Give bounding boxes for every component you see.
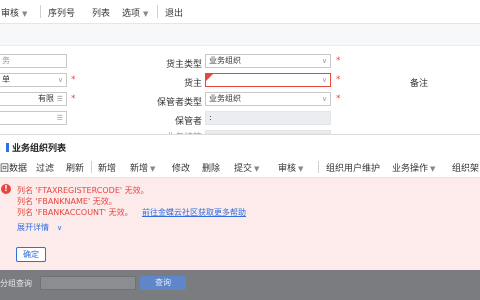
custodian-label: 保管者: [174, 117, 202, 127]
owner-type-label: 货主类型: [165, 60, 202, 70]
main-toolbar: 审核 ▼ 序列号 列表 选项 ▼ 退出: [0, 0, 480, 24]
chevron-down-icon: ∨: [321, 95, 327, 103]
left-field-2[interactable]: 单 ∨: [0, 73, 67, 87]
org-user-maintain-button[interactable]: 组织用户维护: [326, 161, 380, 174]
left-field-4[interactable]: ☰: [0, 111, 67, 125]
submit-dropdown[interactable]: 提交 ▼: [234, 161, 259, 174]
error-message: 列名 'FBANKNAME' 无效。: [17, 197, 117, 206]
error-message: 列名 'FBANKACCOUNT' 无效。: [17, 208, 133, 217]
required-star: *: [336, 75, 341, 85]
org-arch-button[interactable]: 组织架: [452, 161, 479, 174]
required-star: *: [71, 94, 76, 104]
title-accent-bar: [6, 143, 9, 152]
toolbar-divider: [157, 5, 158, 18]
remarks-label: 备注: [410, 79, 429, 89]
filter-button[interactable]: 过滤: [36, 161, 54, 174]
error-icon: !: [1, 184, 11, 194]
exit-button[interactable]: 退出: [165, 6, 183, 19]
toolbar-divider: [40, 5, 41, 18]
serial-number-button[interactable]: 序列号: [48, 6, 75, 19]
owner-type-select[interactable]: 业务组织 ∨: [205, 54, 331, 68]
custodian-input: :: [205, 111, 331, 125]
refresh-button[interactable]: 刷新: [66, 161, 84, 174]
chevron-down-icon[interactable]: ∨: [58, 74, 63, 86]
dialog-header: 业务组织列表: [0, 134, 480, 156]
custodian-type-label: 保管者类型: [156, 98, 202, 108]
toolbar-divider: [91, 161, 92, 173]
audit-menu[interactable]: 审核 ▼: [1, 6, 27, 19]
left-field-3[interactable]: 有限 ☰: [0, 92, 67, 106]
expand-details-link[interactable]: 展开详情 ∨: [17, 222, 62, 233]
form-header-band: [0, 24, 480, 46]
list-icon[interactable]: ☰: [57, 93, 63, 105]
chevron-down-icon: ▼: [254, 165, 260, 173]
error-message: 列名 'FTAXREGISTERCODE' 无效。: [17, 186, 149, 195]
chevron-down-icon: ▼: [150, 165, 156, 173]
custodian-type-select[interactable]: 业务组织 ∨: [205, 92, 331, 106]
audit-dropdown[interactable]: 审核 ▼: [278, 161, 303, 174]
return-data-button[interactable]: 回数据: [0, 161, 27, 174]
delete-button[interactable]: 删除: [202, 161, 220, 174]
error-panel: ! 列名 'FTAXREGISTERCODE' 无效。 列名 'FBANKNAM…: [0, 178, 480, 270]
new-dropdown[interactable]: 新增 ▼: [130, 161, 155, 174]
toolbar-divider: [318, 161, 319, 173]
dialog-toolbar: 回数据 过滤 刷新 新增 新增 ▼ 修改 删除 提交 ▼ 审核 ▼ 组织用户维护 业务…: [0, 156, 480, 178]
group-query-label: 分组查询: [0, 279, 32, 288]
chevron-down-icon: ▼: [22, 10, 28, 18]
chevron-down-icon: ∨: [321, 57, 327, 65]
chevron-down-icon: ▼: [143, 10, 149, 18]
chevron-down-icon: ▼: [298, 165, 304, 173]
chevron-down-icon: ∨: [57, 224, 63, 232]
options-menu[interactable]: 选项 ▼: [122, 6, 148, 19]
dialog-title: 业务组织列表: [6, 141, 66, 154]
new-button[interactable]: 新增: [98, 161, 116, 174]
chevron-down-icon: ∨: [321, 76, 327, 84]
required-star: *: [71, 75, 76, 85]
help-link[interactable]: 前往金蝶云社区获取更多帮助: [142, 207, 246, 218]
bottom-query-bar: 分组查询 查询: [0, 270, 480, 300]
modify-button[interactable]: 修改: [172, 161, 190, 174]
required-star: *: [336, 56, 341, 66]
list-button[interactable]: 列表: [92, 6, 110, 19]
owner-input[interactable]: ∨: [205, 73, 331, 87]
left-field-1[interactable]: 务: [0, 54, 67, 68]
query-button[interactable]: 查询: [140, 276, 186, 290]
required-star: *: [336, 94, 341, 104]
list-icon[interactable]: ☰: [57, 112, 63, 124]
business-ops-dropdown[interactable]: 业务操作 ▼: [392, 161, 435, 174]
required-marker: [206, 74, 213, 81]
chevron-down-icon: ▼: [430, 165, 436, 173]
owner-label: 货主: [183, 79, 202, 89]
ok-button[interactable]: 确定: [16, 247, 46, 262]
group-query-input[interactable]: [40, 276, 136, 290]
